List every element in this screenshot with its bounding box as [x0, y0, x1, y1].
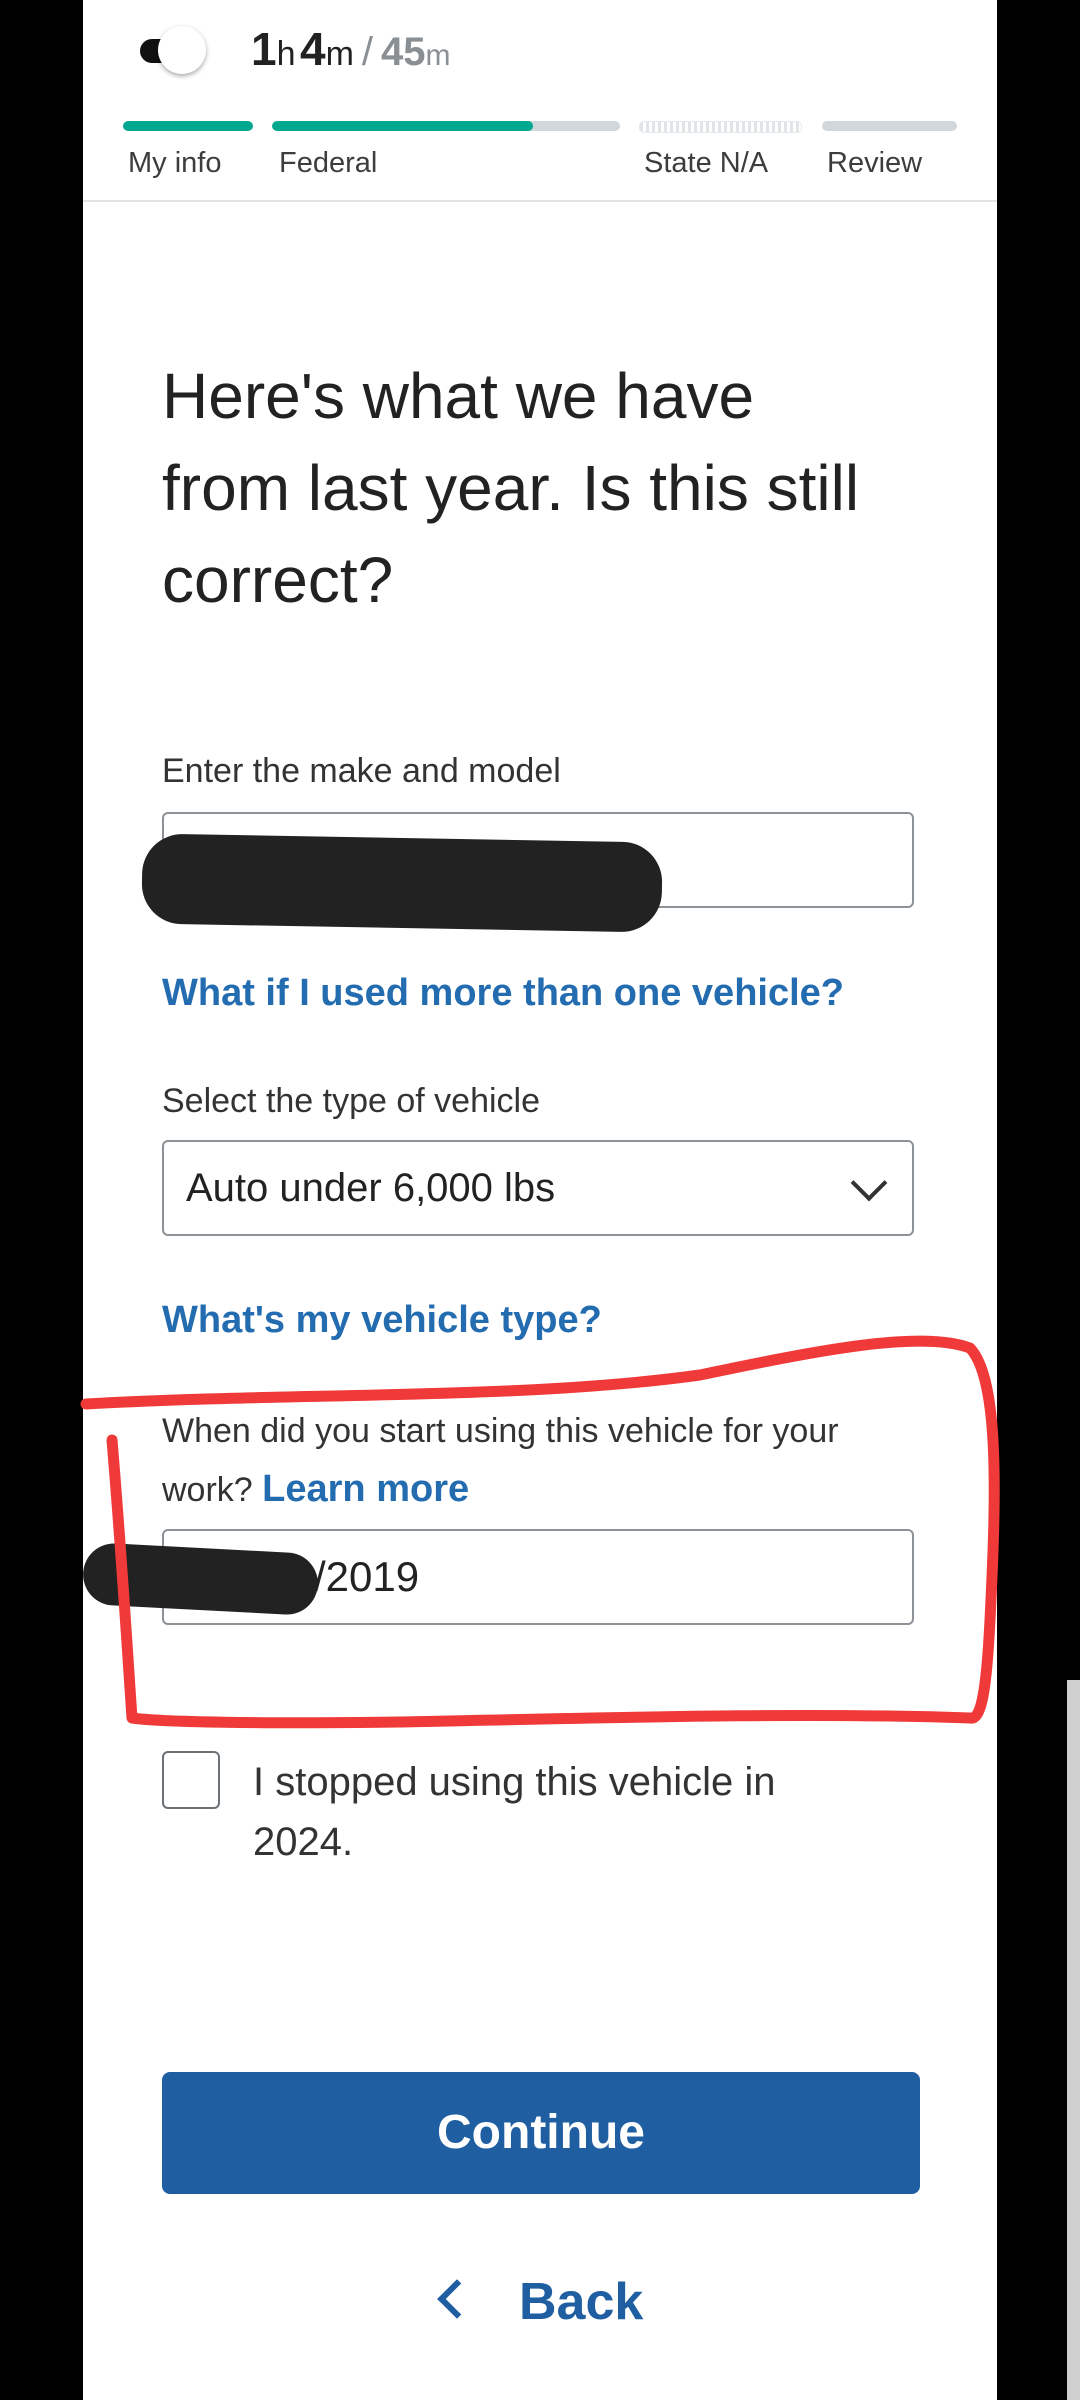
- annotation-outline: [80, 1335, 1000, 1729]
